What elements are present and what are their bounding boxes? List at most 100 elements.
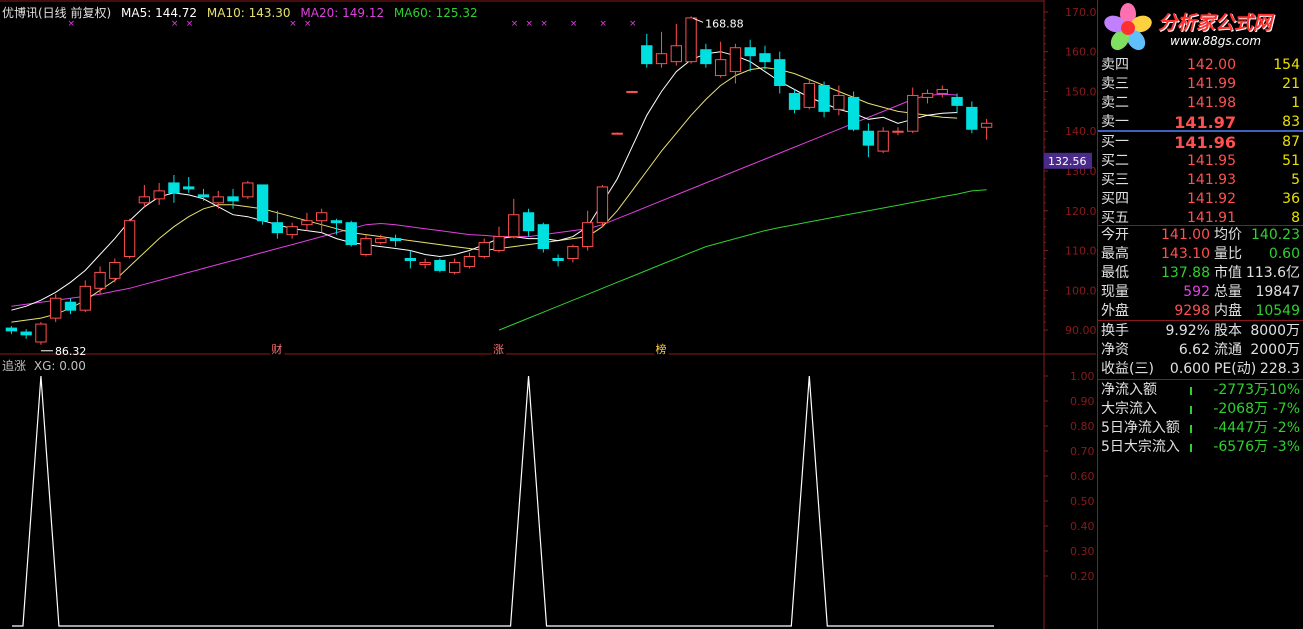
flow-value: -2773万 <box>1213 382 1268 398</box>
candle-body <box>685 17 697 63</box>
candle-body <box>94 271 106 289</box>
signal-mark: × <box>526 19 534 29</box>
quote-label: 今开 <box>1101 227 1129 243</box>
fund-row: 收益(三) 0.600 PE(动) 228.3 <box>1098 360 1303 379</box>
candle-body <box>389 238 402 242</box>
high-label: 168.88 <box>705 17 744 30</box>
fund-value: 2000万 <box>1250 342 1300 358</box>
indicator-tick-label: 0.50 <box>1070 495 1095 508</box>
fund-row: 净资 6.62 流通 2000万 <box>1098 341 1303 360</box>
candle-body <box>123 220 136 257</box>
indicator-xg-line <box>12 375 994 627</box>
candle-body <box>449 261 461 273</box>
ask-price: 142.00 <box>1187 57 1236 73</box>
logo: 分析家公式网 www.88gs.com <box>1098 0 1303 56</box>
ask-volume: 154 <box>1273 57 1300 73</box>
flow-percent: -3% <box>1272 439 1300 455</box>
bid-row: 买二 141.95 51 <box>1098 152 1303 171</box>
candle-body <box>759 53 771 63</box>
flow-row: 净流入额 -2773万 -10% <box>1098 381 1303 400</box>
flow-value: -4447万 <box>1213 420 1268 436</box>
indicator-tick-label: 0.30 <box>1070 545 1095 558</box>
candle-body <box>803 83 815 108</box>
chart-canvas[interactable]: 168.8886.32×××××××××××财涨榜 170.00160.0015… <box>0 0 1096 629</box>
event-marker-0: 财 <box>271 342 282 356</box>
fund-value: 9.92% <box>1165 323 1210 339</box>
candle-body <box>330 220 343 224</box>
candle-body <box>138 196 151 204</box>
candle-body <box>641 45 653 65</box>
indicator-tick-label: 0.20 <box>1070 570 1095 583</box>
candlestick-layer <box>5 16 993 345</box>
price-tick-label: 150.00 <box>1065 85 1096 98</box>
quote-row: 最高 143.10 量比 0.60 <box>1098 245 1303 264</box>
ask-row: 卖二 141.98 1 <box>1098 94 1303 113</box>
candle-body <box>404 257 417 261</box>
quote-value: 140.23 <box>1251 227 1300 243</box>
candle-body <box>212 196 224 204</box>
flow-bar <box>1190 387 1192 395</box>
kline-chart-area[interactable]: 168.8886.32×××××××××××财涨榜 170.00160.0015… <box>0 0 1096 629</box>
quote-label: 最高 <box>1101 246 1129 262</box>
quote-value: 113.6亿 <box>1245 265 1300 281</box>
indicator-name: 追涨 <box>2 359 27 373</box>
candle-body <box>567 246 579 259</box>
bid-label: 买三 <box>1101 172 1129 188</box>
divider <box>1098 320 1303 321</box>
bid-price: 141.93 <box>1187 172 1236 188</box>
candle-body <box>980 122 993 128</box>
ma10-legend: MA10: 143.30 <box>206 6 291 20</box>
spread-divider <box>1098 130 1303 132</box>
fund-label: 流通 <box>1214 342 1242 358</box>
candle-body <box>552 257 564 261</box>
candle-body <box>478 242 490 257</box>
ask-volume: 1 <box>1291 95 1300 111</box>
flow-percent: -10% <box>1263 382 1300 398</box>
chart-legend: 优博讯(日线 前复权) MA5: 144.72 MA10: 143.30 MA2… <box>2 4 484 21</box>
quote-row: 今开 141.00 均价 140.23 <box>1098 226 1303 245</box>
quote-label: 总量 <box>1214 284 1242 300</box>
event-marker-2: 榜 <box>656 342 667 356</box>
indicator-tick-label: 1.00 <box>1070 370 1095 383</box>
candle-body <box>921 92 934 98</box>
bid-label: 买二 <box>1101 153 1129 169</box>
candle-body <box>301 220 313 226</box>
candle-body <box>774 59 786 87</box>
candle-body <box>360 238 372 256</box>
quote-row: 最低 137.88 市值 113.6亿 <box>1098 264 1303 283</box>
flow-bar <box>1190 444 1192 452</box>
candle-body <box>375 238 387 244</box>
ask-label: 卖三 <box>1101 76 1129 92</box>
low-label: 86.32 <box>55 345 87 358</box>
bid-label: 买一 <box>1101 134 1129 150</box>
signal-mark: × <box>570 19 578 29</box>
candle-body <box>877 130 889 152</box>
bid-volume: 87 <box>1282 134 1300 150</box>
candle-body <box>227 196 239 202</box>
annotation-layer: 168.8886.32× × × × × × × × × × ×财涨榜 <box>40 17 744 358</box>
flow-bar <box>1190 406 1192 414</box>
quote-label: 量比 <box>1214 246 1242 262</box>
candle-body <box>966 106 978 130</box>
flow-label: 5日大宗流入 <box>1101 439 1180 455</box>
bid-volume: 36 <box>1282 191 1300 207</box>
ask-price: 141.99 <box>1187 76 1236 92</box>
bid-volume: 5 <box>1291 172 1300 188</box>
fund-label: PE(动) <box>1214 361 1257 377</box>
indicator-legend: 追涨 XG: 0.00 <box>2 357 86 374</box>
fund-row: 换手 9.92% 股本 8000万 <box>1098 322 1303 341</box>
fund-value: 6.62 <box>1178 342 1210 358</box>
price-tick-label: 170.00 <box>1065 6 1096 19</box>
quote-row: 外盘 9298 内盘 10549 <box>1098 302 1303 321</box>
candle-body <box>818 85 830 112</box>
candle-body <box>537 224 550 250</box>
flower-logo-icon <box>1104 3 1152 51</box>
indicator-value: XG: 0.00 <box>33 359 86 373</box>
candle-body <box>271 222 284 234</box>
candle-body <box>847 96 860 130</box>
ask-label: 卖二 <box>1101 95 1129 111</box>
candle-body <box>522 212 535 232</box>
stock-title: 优博讯(日线 前复权) <box>2 6 112 20</box>
flow-value: -6576万 <box>1213 439 1268 455</box>
fund-value: 8000万 <box>1250 323 1300 339</box>
